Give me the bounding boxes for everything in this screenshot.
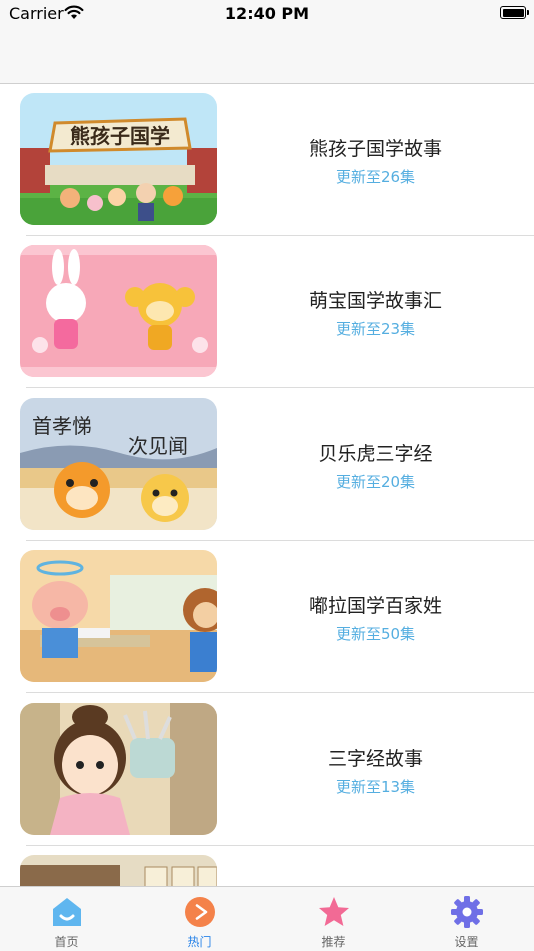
tab-home-label: 首页 [54,935,79,949]
thumbnail-sanzijing [20,703,217,835]
gear-icon [450,896,483,928]
list-item[interactable]: 首孝悌 次见闻 贝乐虎三字经 更新至20集 [0,389,534,541]
battery-icon [500,6,529,19]
list-item[interactable]: 三字经故事 更新至13集 [0,694,534,846]
tab-home[interactable]: 首页 [0,887,133,951]
thumbnail-mengbao [20,245,217,377]
list-item[interactable]: 嘟拉国学百家姓 更新至50集 [0,541,534,693]
item-title: 贝乐虎三字经 [318,443,433,465]
list-item[interactable]: 萌宝国学故事汇 更新至23集 [0,236,534,388]
item-subtitle: 更新至23集 [335,320,416,338]
story-list[interactable]: 熊孩子国学 熊孩子国学故事 更新至26集 萌宝国学故事汇 更新至23集 首孝悌 … [0,84,534,886]
item-title: 萌宝国学故事汇 [308,290,442,312]
row-divider [26,387,534,388]
status-bar: Carrier 12:40 PM [0,0,534,28]
tab-bar: 首页 热门 推荐 设置 [0,886,534,951]
row-divider [26,692,534,693]
navigation-bar [0,28,534,84]
thumb-text-1: 首孝悌 [32,414,92,438]
tab-settings-label: 设置 [454,935,479,949]
thumb-text-2: 次见闻 [128,434,188,458]
tab-hot[interactable]: 热门 [133,887,266,951]
star-icon [318,897,349,926]
clock: 12:40 PM [224,4,310,23]
tab-settings[interactable]: 设置 [400,887,533,951]
list-item[interactable] [0,846,534,886]
thumbnail-beilehu: 首孝悌 次见闻 [20,398,217,530]
thumbnail-dula [20,550,217,682]
thumbnail-partial [20,855,217,886]
tab-hot-label: 热门 [187,935,212,949]
item-title: 三字经故事 [327,748,423,770]
play-icon [184,897,215,927]
tab-recommend[interactable]: 推荐 [267,887,400,951]
item-subtitle: 更新至13集 [335,778,416,796]
thumb-banner-text: 熊孩子国学 [70,124,170,148]
item-title: 熊孩子国学故事 [308,138,442,160]
list-item[interactable]: 熊孩子国学 熊孩子国学故事 更新至26集 [0,84,534,236]
home-icon [52,898,81,926]
thumbnail-xionghaizi: 熊孩子国学 [20,93,217,225]
item-subtitle: 更新至50集 [335,625,416,643]
tab-recommend-label: 推荐 [321,935,346,949]
item-subtitle: 更新至20集 [335,473,416,491]
item-subtitle: 更新至26集 [335,168,416,186]
item-title: 嘟拉国学百家姓 [308,595,442,617]
